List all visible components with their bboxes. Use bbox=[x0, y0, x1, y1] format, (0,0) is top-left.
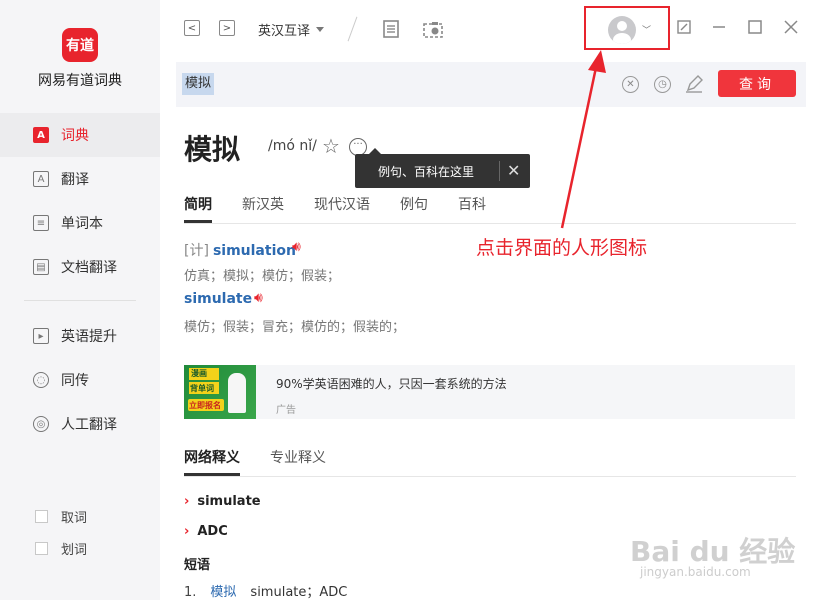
tab-professional-definition[interactable]: 专业释义 bbox=[270, 447, 326, 467]
sidebar-item-simultaneous[interactable]: ◌ 同传 bbox=[0, 358, 160, 402]
definition-meaning: 模仿；假装；冒充；模仿的；假装的； bbox=[184, 320, 406, 335]
sidebar-item-label: 文档翻译 bbox=[61, 260, 117, 276]
pin-window-icon[interactable] bbox=[675, 18, 693, 36]
document-icon: ▤ bbox=[33, 259, 49, 275]
translation-direction-select[interactable]: 英汉互译 bbox=[258, 20, 325, 39]
chevron-down-icon: ﹀ bbox=[642, 26, 652, 36]
ad-label: 广告 bbox=[276, 405, 296, 416]
app-name: 网易有道词典 bbox=[38, 73, 122, 89]
sidebar-item-dictionary[interactable]: A 词典 bbox=[0, 113, 160, 157]
play-icon: ▸ bbox=[33, 328, 49, 344]
sidebar-item-label: 翻译 bbox=[61, 172, 89, 188]
tab-new-chinese-english[interactable]: 新汉英 bbox=[242, 194, 284, 214]
ad-image: 漫画 背单词 立即报名 bbox=[184, 365, 256, 419]
definition-word[interactable]: simulate bbox=[184, 291, 252, 307]
phrases-title: 短语 bbox=[184, 558, 211, 573]
sidebar-item-label: 单词本 bbox=[61, 216, 103, 232]
annotation-text: 点击界面的人形图标 bbox=[476, 237, 648, 259]
web-definition-item[interactable]: › ADC bbox=[184, 524, 228, 539]
back-button[interactable]: < bbox=[184, 20, 200, 36]
tab-web-definition[interactable]: 网络释义 bbox=[184, 447, 240, 476]
sidebar-item-translate[interactable]: A 翻译 bbox=[0, 157, 160, 201]
tab-encyclopedia[interactable]: 百科 bbox=[458, 194, 486, 214]
sidebar-item-label: 人工翻译 bbox=[61, 417, 117, 433]
cloud-icon: ◌ bbox=[33, 372, 49, 388]
checkbox[interactable] bbox=[35, 510, 48, 523]
wordbook-icon: ≡ bbox=[33, 215, 49, 231]
speaker-icon[interactable]: 🔊︎ bbox=[254, 290, 263, 306]
ad-banner[interactable]: 漫画 背单词 立即报名 90%学英语困难的人，只因一套系统的方法 广告 bbox=[184, 365, 795, 419]
tab-modern-chinese[interactable]: 现代汉语 bbox=[314, 194, 370, 214]
headset-icon: ◎ bbox=[33, 416, 49, 432]
sidebar-divider bbox=[24, 300, 136, 301]
sidebar-item-human-translate[interactable]: ◎ 人工翻译 bbox=[0, 402, 160, 446]
caret-down-icon bbox=[316, 27, 325, 32]
sidebar-item-label: 词典 bbox=[61, 128, 89, 144]
minimize-icon[interactable] bbox=[710, 18, 728, 36]
dictionary-tabs: 简明 新汉英 现代汉语 例句 百科 bbox=[184, 194, 796, 224]
tooltip-close-icon[interactable]: ✕ bbox=[507, 161, 520, 180]
edit-pen-icon[interactable] bbox=[684, 74, 704, 98]
definition-meaning: 仿真；模拟；模仿；假装； bbox=[184, 269, 341, 284]
web-definition-item[interactable]: › simulate bbox=[184, 494, 261, 509]
capture-word-checkbox[interactable]: 取词 bbox=[35, 507, 87, 526]
toolbar-divider bbox=[347, 16, 358, 42]
sidebar: 有道 网易有道词典 A 词典 A 翻译 ≡ 单词本 ▤ 文档翻译 ▸ 英语提升 … bbox=[0, 0, 160, 600]
document-icon[interactable] bbox=[383, 20, 399, 38]
forward-button[interactable]: > bbox=[219, 20, 235, 36]
ad-figure bbox=[228, 373, 246, 413]
sidebar-item-document-translate[interactable]: ▤ 文档翻译 bbox=[0, 245, 160, 289]
user-avatar-button[interactable]: ﹀ bbox=[584, 6, 670, 50]
maximize-icon[interactable] bbox=[746, 18, 764, 36]
chevron-right-icon: › bbox=[184, 524, 190, 539]
tooltip: 例句、百科在这里 ✕ bbox=[355, 148, 530, 188]
dictionary-icon: A bbox=[33, 127, 49, 143]
history-clock-icon[interactable]: ◷ bbox=[654, 76, 671, 93]
tab-brief[interactable]: 简明 bbox=[184, 194, 212, 223]
definition-source-tabs: 网络释义 专业释义 bbox=[184, 447, 796, 477]
checkbox[interactable] bbox=[35, 542, 48, 555]
phonetic: /mó nǐ/ bbox=[268, 138, 317, 154]
sidebar-item-label: 英语提升 bbox=[61, 329, 117, 345]
star-icon[interactable]: ☆ bbox=[322, 134, 340, 158]
definition-word[interactable]: [计] simulation bbox=[184, 240, 296, 260]
tab-examples[interactable]: 例句 bbox=[400, 194, 428, 214]
phrase-row: 1. 模拟 simulate；ADC bbox=[184, 585, 348, 600]
sidebar-item-wordbook[interactable]: ≡ 单词本 bbox=[0, 201, 160, 245]
tooltip-divider bbox=[499, 161, 500, 181]
phrase-link[interactable]: 模拟 bbox=[210, 585, 236, 600]
screenshot-camera-icon[interactable] bbox=[423, 20, 443, 38]
sidebar-item-label: 同传 bbox=[61, 373, 89, 389]
close-icon[interactable] bbox=[782, 18, 800, 36]
sidebar-item-english-improve[interactable]: ▸ 英语提升 bbox=[0, 314, 160, 358]
chevron-right-icon: › bbox=[184, 494, 190, 509]
user-avatar-icon bbox=[608, 16, 636, 44]
search-input[interactable]: 模拟 bbox=[182, 73, 215, 95]
translate-icon: A bbox=[33, 171, 49, 187]
search-bar: 模拟 ✕ ◷ 查询 bbox=[176, 62, 806, 107]
ad-text: 90%学英语困难的人，只因一套系统的方法 bbox=[276, 377, 507, 391]
headword: 模拟 bbox=[184, 133, 241, 166]
app-logo: 有道 bbox=[62, 28, 98, 62]
clear-icon[interactable]: ✕ bbox=[622, 76, 639, 93]
baidu-watermark: Bai du 经验 bbox=[630, 535, 796, 568]
select-word-checkbox[interactable]: 划词 bbox=[35, 539, 87, 558]
speaker-icon[interactable]: 🔊︎ bbox=[292, 239, 301, 255]
query-button[interactable]: 查询 bbox=[718, 70, 796, 97]
baidu-watermark-url: jingyan.baidu.com bbox=[640, 565, 751, 579]
